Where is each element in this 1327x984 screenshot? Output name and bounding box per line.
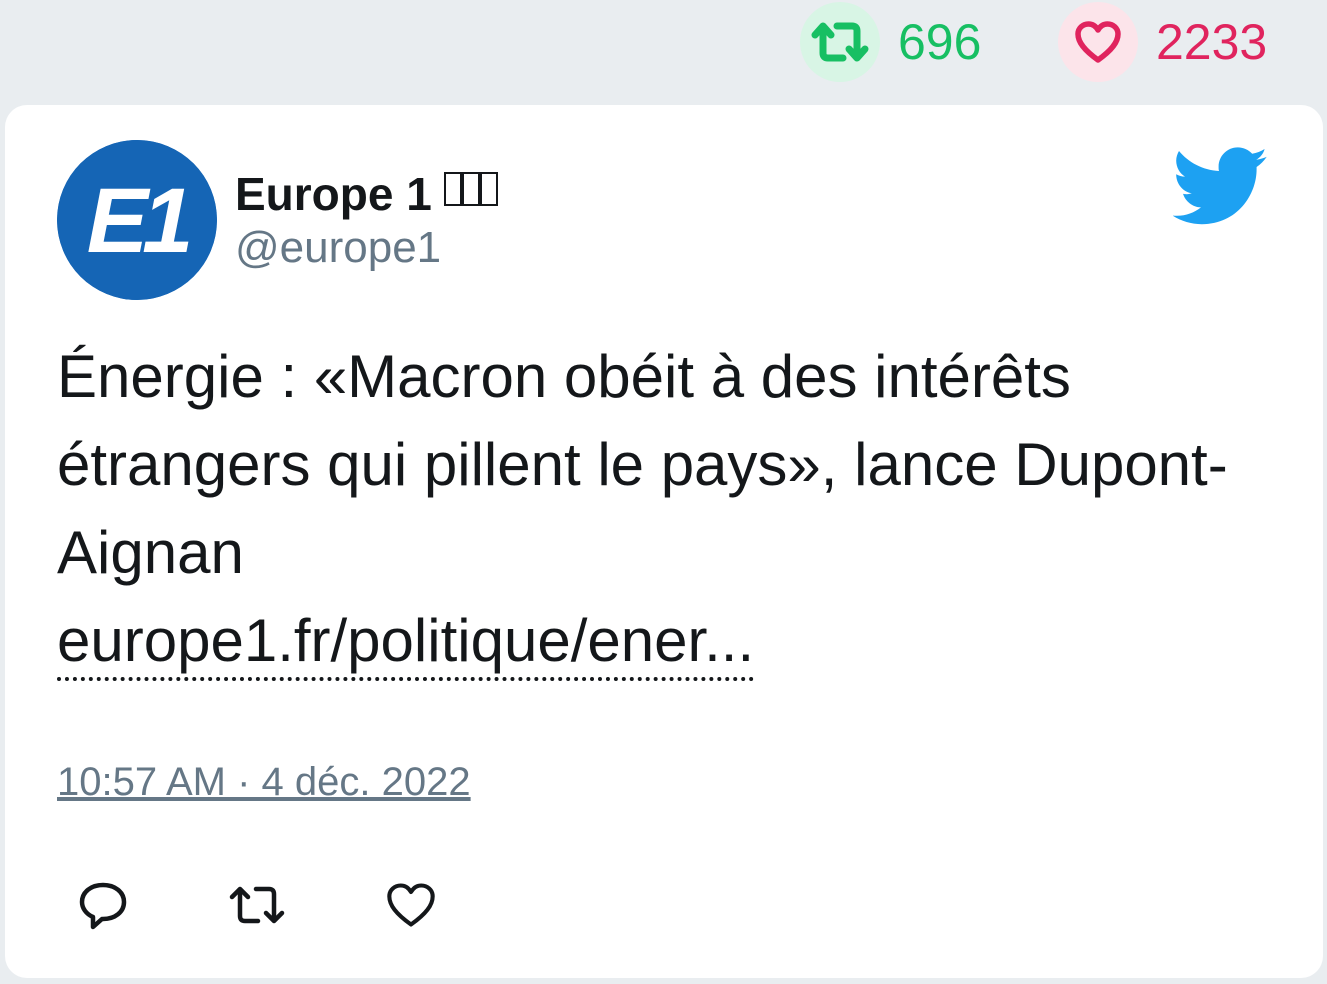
avatar-logo-text: E1 bbox=[87, 170, 189, 272]
author-handle[interactable]: @europe1 bbox=[235, 223, 441, 273]
like-count: 2233 bbox=[1156, 14, 1268, 70]
french-flag-icon bbox=[443, 163, 498, 217]
retweet-count: 696 bbox=[898, 14, 982, 70]
heart-icon[interactable] bbox=[1058, 2, 1138, 82]
like-icon[interactable] bbox=[383, 877, 439, 933]
retweet-icon[interactable] bbox=[800, 2, 880, 82]
retweet-icon[interactable] bbox=[225, 877, 289, 933]
like-stat[interactable]: 2233 bbox=[1058, 2, 1267, 82]
tweet-text: Énergie : «Macron obéit à des intérêts é… bbox=[57, 333, 1257, 685]
twitter-bird-icon[interactable] bbox=[1172, 147, 1269, 227]
author-display-name[interactable]: Europe 1 bbox=[235, 163, 498, 221]
reply-icon[interactable] bbox=[75, 877, 131, 933]
tweet-card: E1 Europe 1 @europe1 Énergie : «Macron o… bbox=[5, 105, 1323, 978]
tweet-body: Énergie : «Macron obéit à des intérêts é… bbox=[57, 343, 1228, 586]
author-name: Europe 1 bbox=[235, 168, 432, 220]
retweet-stat[interactable]: 696 bbox=[800, 2, 981, 82]
avatar[interactable]: E1 bbox=[57, 140, 217, 300]
tweet-timestamp[interactable]: 10:57 AM · 4 déc. 2022 bbox=[57, 760, 471, 805]
tweet-link[interactable]: europe1.fr/politique/ener... bbox=[57, 605, 755, 681]
